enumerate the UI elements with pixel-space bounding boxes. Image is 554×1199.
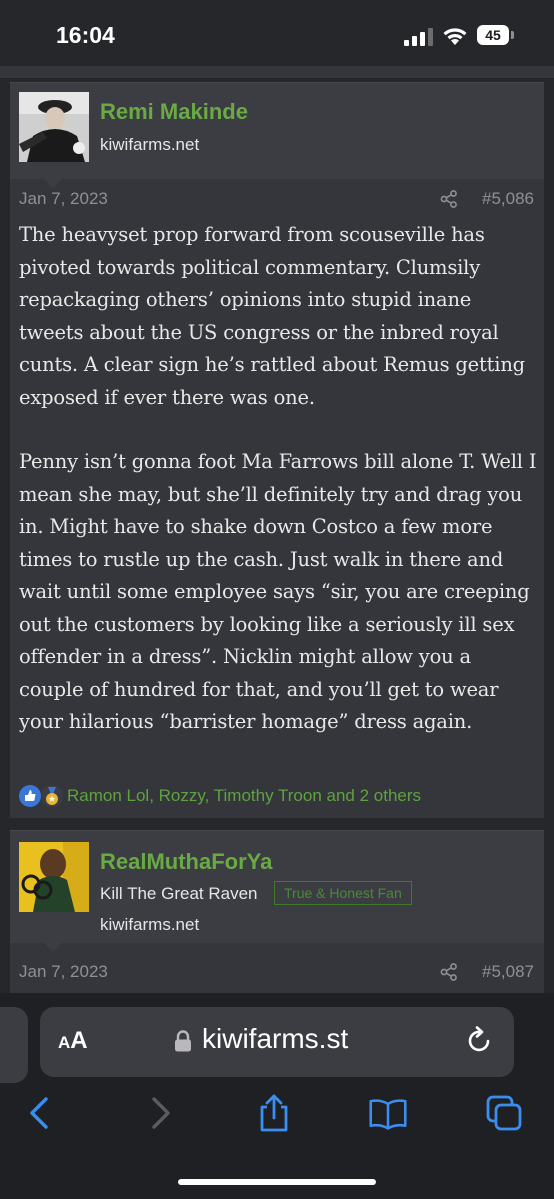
post-author[interactable]: RealMuthaForYa — [100, 849, 272, 875]
medal-icon — [41, 785, 63, 807]
user-block-pointer — [44, 179, 62, 188]
battery-icon: 45 — [477, 25, 515, 45]
reactions-list[interactable]: Ramon Lol, Rozzy, Timothy Troon and 2 ot… — [67, 786, 421, 806]
reload-icon[interactable] — [466, 1026, 494, 1056]
share-icon[interactable] — [440, 963, 458, 981]
previous-tab-pill[interactable] — [0, 1007, 28, 1083]
post-paragraph: The heavyset prop forward from scousevil… — [19, 223, 525, 409]
previous-post-edge — [0, 66, 554, 79]
lock-icon — [175, 1030, 191, 1052]
text-size-button[interactable]: AA — [58, 1027, 88, 1055]
post-number[interactable]: #5,087 — [482, 962, 534, 982]
status-bar: 16:04 45 — [0, 0, 554, 68]
post-paragraph: Penny isn’t gonna foot Ma Farrows bill a… — [19, 450, 537, 733]
post-date[interactable]: Jan 7, 2023 — [19, 962, 108, 982]
post-author[interactable]: Remi Makinde — [100, 99, 248, 125]
bookmarks-icon[interactable] — [368, 1093, 408, 1133]
tabs-icon[interactable] — [484, 1093, 524, 1133]
share-sheet-icon[interactable] — [254, 1093, 294, 1133]
status-time: 16:04 — [56, 22, 115, 48]
back-icon[interactable] — [20, 1093, 60, 1133]
battery-level: 45 — [477, 25, 509, 45]
post-number[interactable]: #5,086 — [482, 189, 534, 209]
post: Remi Makinde kiwifarms.net Jan 7, 2023 #… — [10, 82, 544, 818]
post-body: The heavyset prop forward from scousevil… — [19, 219, 539, 739]
share-icon[interactable] — [440, 190, 458, 208]
post-user-block: RealMuthaForYa Kill The Great Raven True… — [10, 831, 544, 943]
avatar[interactable] — [19, 92, 89, 162]
browser-bottom-bar: AA kiwifarms.st — [0, 993, 554, 1199]
avatar[interactable] — [19, 842, 89, 912]
user-badge: True & Honest Fan — [274, 881, 412, 905]
address-bar[interactable]: AA kiwifarms.st — [40, 1007, 514, 1077]
user-title: Kill The Great Raven — [100, 884, 258, 903]
user-subtitle: kiwifarms.net — [100, 135, 200, 154]
post-user-block: Remi Makinde kiwifarms.net — [10, 83, 544, 179]
signal-icon — [404, 28, 433, 46]
user-subtitle: kiwifarms.net — [100, 915, 200, 934]
post: RealMuthaForYa Kill The Great Raven True… — [10, 830, 544, 996]
url-text[interactable]: kiwifarms.st — [202, 1023, 348, 1055]
like-icon — [19, 785, 41, 807]
forward-icon[interactable] — [140, 1093, 180, 1133]
wifi-icon — [443, 28, 467, 45]
user-block-pointer — [44, 943, 62, 952]
home-indicator — [178, 1179, 376, 1185]
post-date[interactable]: Jan 7, 2023 — [19, 189, 108, 209]
